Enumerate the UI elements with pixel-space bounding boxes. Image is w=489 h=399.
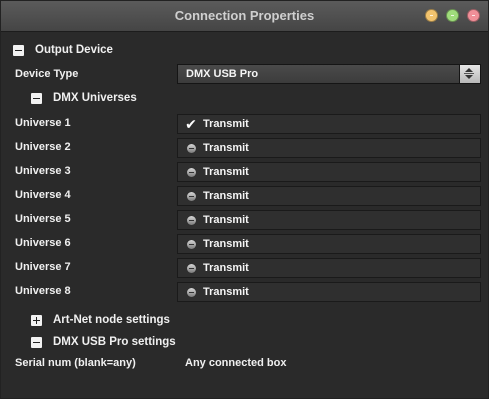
transmit-label: Transmit: [203, 118, 249, 130]
select-stepper-icon[interactable]: [459, 65, 480, 83]
output-device-section-header[interactable]: Output Device: [13, 42, 113, 58]
universe-label: Universe 8: [15, 285, 71, 297]
universe-transmit-field[interactable]: Transmit: [177, 258, 481, 278]
serial-num-label: Serial num (blank=any): [15, 357, 136, 369]
minimize-button[interactable]: [425, 9, 438, 22]
round-checkbox-icon[interactable]: [186, 166, 196, 178]
minus-square-icon[interactable]: [13, 44, 24, 56]
serial-num-value[interactable]: Any connected box: [185, 357, 286, 369]
minus-square-icon[interactable]: [31, 92, 42, 104]
zoom-button[interactable]: [446, 9, 459, 22]
checkmark-icon[interactable]: ✔: [185, 117, 197, 131]
transmit-label: Transmit: [203, 190, 249, 202]
dmx-usb-pro-label: DMX USB Pro settings: [53, 336, 176, 348]
transmit-label: Transmit: [203, 142, 249, 154]
universe-label: Universe 7: [15, 261, 71, 273]
transmit-label: Transmit: [203, 262, 249, 274]
artnet-label: Art-Net node settings: [53, 314, 170, 326]
round-checkbox-icon[interactable]: [186, 214, 196, 226]
round-checkbox-icon[interactable]: [186, 142, 196, 154]
connection-properties-window: Connection Properties Output Device Devi…: [0, 0, 489, 399]
round-checkbox-icon[interactable]: [186, 190, 196, 202]
transmit-label: Transmit: [203, 214, 249, 226]
dmx-usb-pro-section-header[interactable]: DMX USB Pro settings: [31, 334, 176, 350]
window-title: Connection Properties: [174, 8, 315, 23]
output-device-label: Output Device: [35, 44, 113, 56]
universe-label: Universe 5: [15, 213, 71, 225]
properties-panel: Output Device Device Type DMX USB Pro DM…: [1, 32, 488, 398]
artnet-section-header[interactable]: Art-Net node settings: [31, 312, 170, 328]
universe-label: Universe 6: [15, 237, 71, 249]
universe-transmit-field[interactable]: Transmit: [177, 186, 481, 206]
title-bar[interactable]: Connection Properties: [1, 1, 488, 32]
universe-label: Universe 3: [15, 165, 71, 177]
device-type-label: Device Type: [15, 68, 79, 80]
dmx-universes-section-header[interactable]: DMX Universes: [31, 90, 137, 106]
transmit-label: Transmit: [203, 166, 249, 178]
universe-transmit-field[interactable]: ✔ Transmit: [177, 114, 481, 134]
universe-label: Universe 4: [15, 189, 71, 201]
dmx-universes-label: DMX Universes: [53, 92, 137, 104]
plus-square-icon[interactable]: [31, 314, 42, 326]
device-type-value: DMX USB Pro: [186, 68, 259, 80]
device-type-select[interactable]: DMX USB Pro: [177, 64, 481, 84]
minus-square-icon[interactable]: [31, 336, 42, 348]
universe-transmit-field[interactable]: Transmit: [177, 210, 481, 230]
universe-transmit-field[interactable]: Transmit: [177, 234, 481, 254]
universe-transmit-field[interactable]: Transmit: [177, 138, 481, 158]
round-checkbox-icon[interactable]: [186, 238, 196, 250]
round-checkbox-icon[interactable]: [186, 286, 196, 298]
universe-label: Universe 1: [15, 117, 71, 129]
universe-transmit-field[interactable]: Transmit: [177, 282, 481, 302]
round-checkbox-icon[interactable]: [186, 262, 196, 274]
transmit-label: Transmit: [203, 286, 249, 298]
universe-transmit-field[interactable]: Transmit: [177, 162, 481, 182]
close-button[interactable]: [467, 9, 480, 22]
universe-label: Universe 2: [15, 141, 71, 153]
transmit-label: Transmit: [203, 238, 249, 250]
